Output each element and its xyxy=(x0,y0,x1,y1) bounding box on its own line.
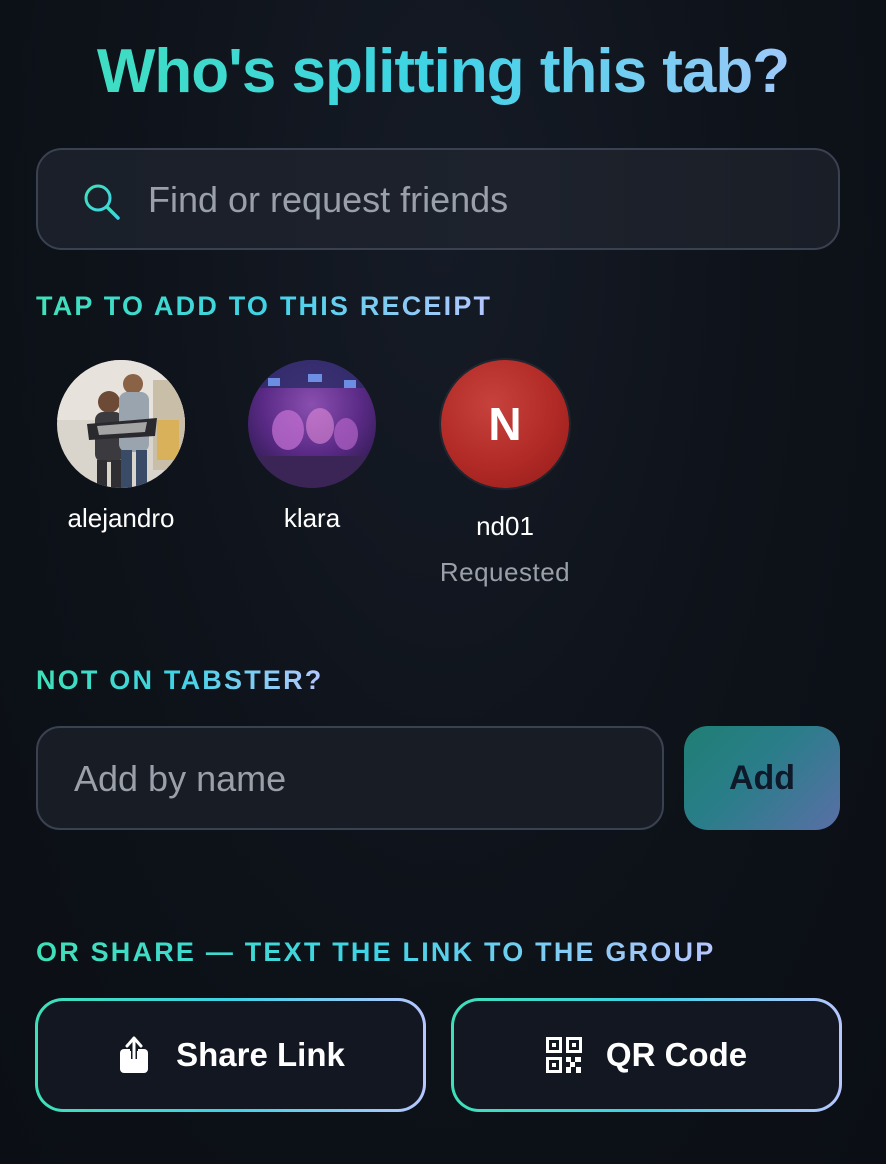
friend-nd01[interactable]: N nd01 Requested xyxy=(420,360,590,588)
avatar-klara xyxy=(248,360,376,488)
klara-photo xyxy=(248,360,376,488)
tap-to-add-label: TAP TO ADD TO THIS RECEIPT xyxy=(36,291,493,321)
request-status: Requested xyxy=(439,557,571,587)
qr-code-button[interactable]: QR Code xyxy=(451,998,842,1112)
avatar-initial: N xyxy=(488,398,522,450)
add-button[interactable]: Add xyxy=(684,726,840,830)
friend-name: alejandro xyxy=(67,503,175,533)
share-link-button[interactable]: Share Link xyxy=(35,998,426,1112)
not-on-tabster-label: NOT ON TABSTER? xyxy=(36,665,324,695)
friend-name: klara xyxy=(283,503,341,533)
friend-search-box[interactable] xyxy=(36,148,840,250)
share-label: OR SHARE — TEXT THE LINK TO THE GROUP xyxy=(36,937,716,967)
qr-code-icon xyxy=(545,1037,582,1073)
avatar-nd01: N xyxy=(441,360,569,488)
share-link-label: Share Link xyxy=(176,1036,345,1073)
alejandro-photo xyxy=(57,360,185,488)
friend-alejandro[interactable]: alejandro xyxy=(36,360,206,534)
search-icon xyxy=(84,184,120,220)
add-by-name-box[interactable] xyxy=(36,726,664,830)
search-input[interactable] xyxy=(146,150,810,250)
friend-name: nd01 xyxy=(476,511,534,541)
avatar-alejandro xyxy=(57,360,185,488)
friend-klara[interactable]: klara xyxy=(227,360,397,534)
page-title: Who's splitting this tab? xyxy=(0,36,886,108)
add-by-name-input[interactable] xyxy=(72,728,636,830)
friend-list: alejandro klara N nd01 Requested xyxy=(36,360,836,600)
qr-code-label: QR Code xyxy=(605,1036,748,1073)
share-icon xyxy=(120,1036,149,1073)
